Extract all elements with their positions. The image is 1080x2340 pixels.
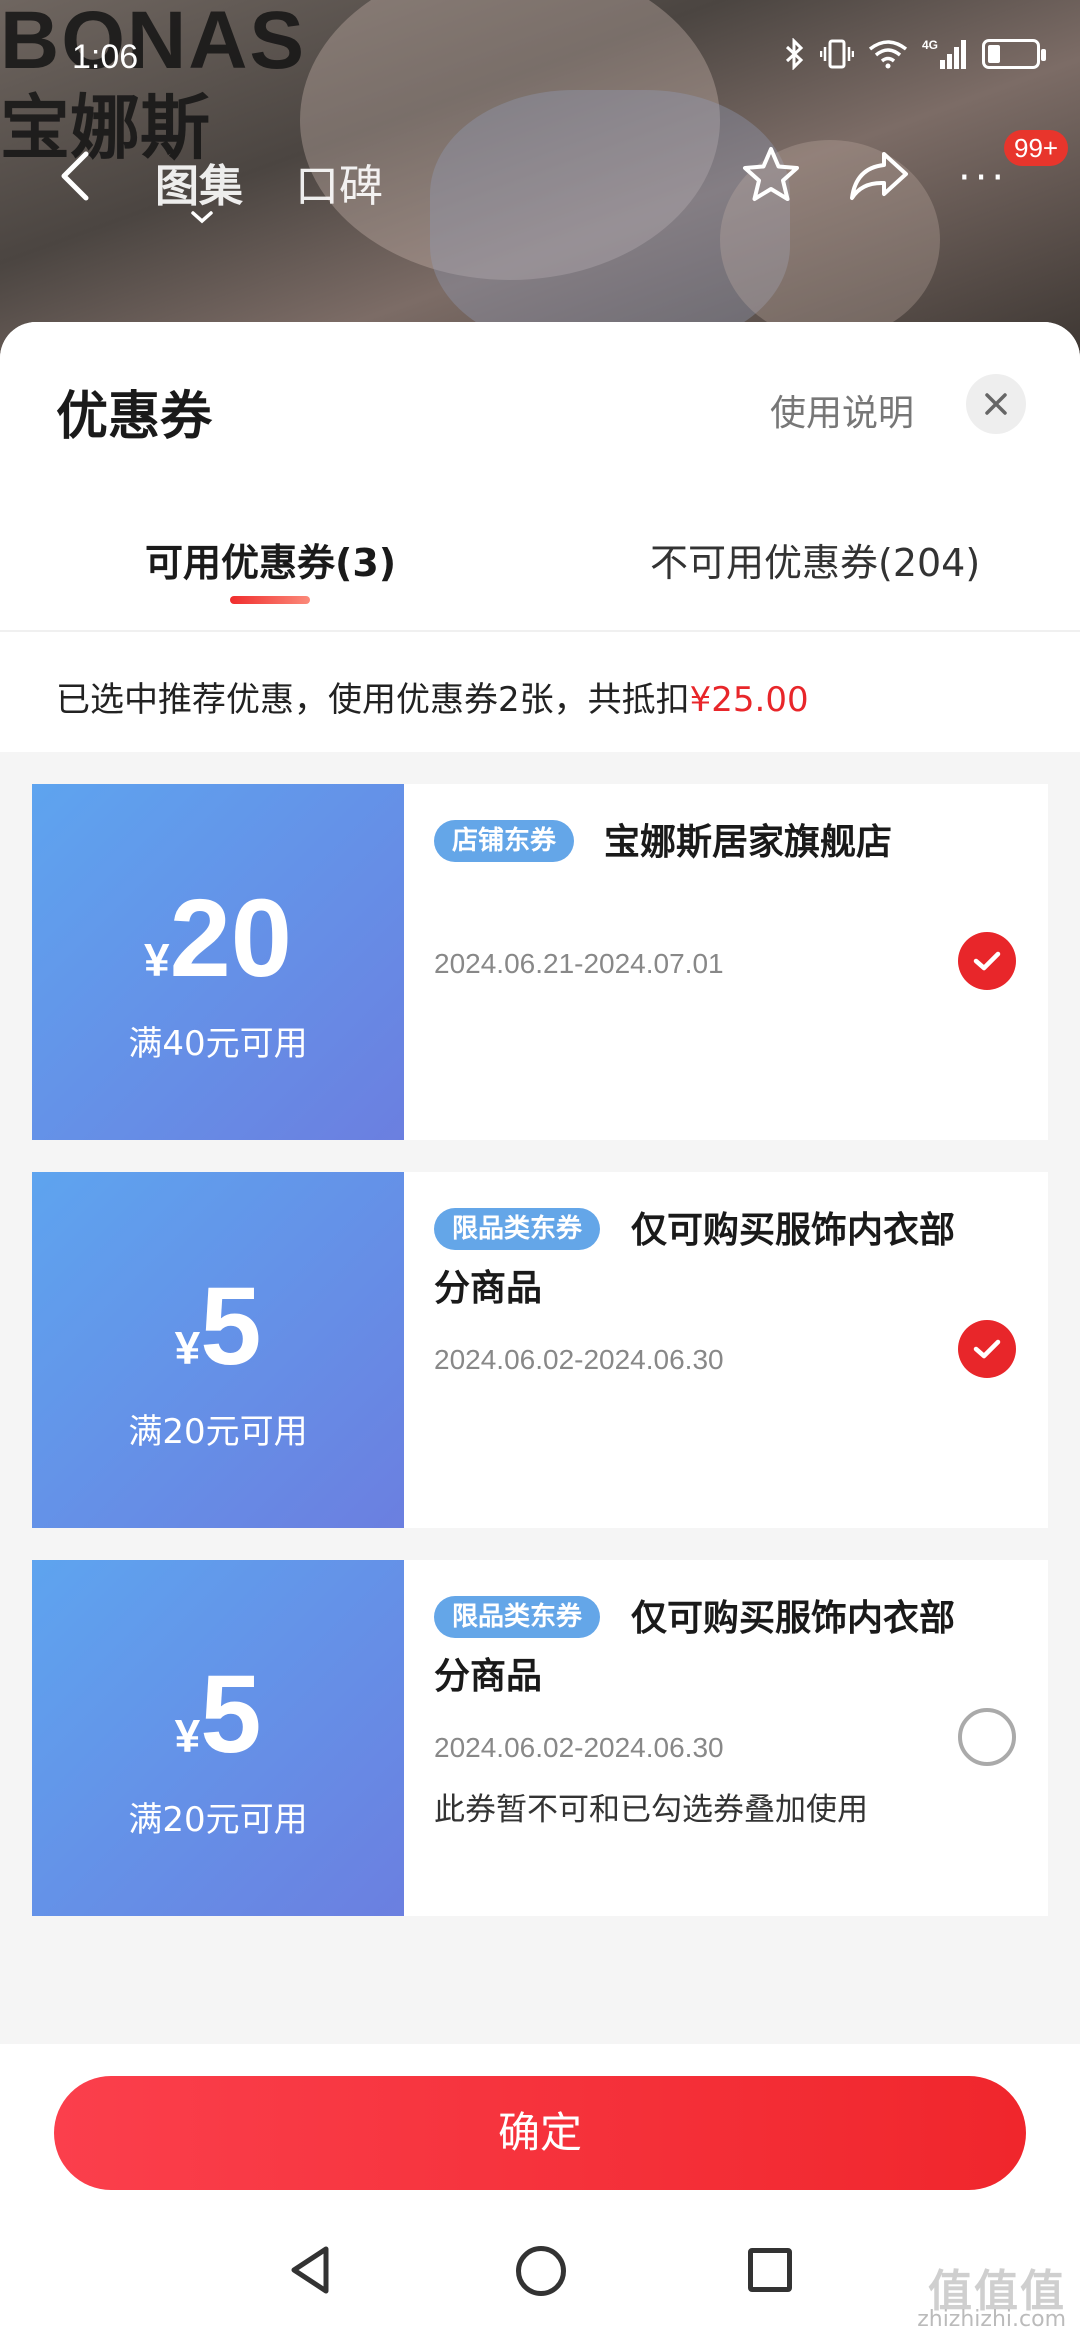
back-arrow-icon[interactable] (52, 148, 102, 204)
close-button[interactable] (966, 374, 1026, 434)
divider (0, 630, 1080, 632)
coupon-condition: 满20元可用 (128, 1412, 308, 1452)
tab-available-coupons[interactable]: 可用优惠券(3) (145, 532, 396, 587)
selection-summary: 已选中推荐优惠，使用优惠券2张，共抵扣¥25.00 (56, 672, 809, 721)
usage-instructions-link[interactable]: 使用说明 (770, 384, 914, 436)
wifi-icon (868, 39, 908, 69)
recents-square-icon[interactable] (748, 2248, 792, 2292)
coupon-card[interactable]: ¥5 满20元可用 限品类东券 仅可购买服饰内衣部分商品 2024.06.02-… (26, 1172, 1048, 1528)
coupon-value: 5 (200, 1653, 262, 1776)
coupon-amount: ¥20 (32, 884, 404, 994)
coupon-details: 限品类东券 仅可购买服饰内衣部分商品 2024.06.02-2024.06.30 (404, 1172, 1048, 1528)
network-label: 4G (922, 38, 938, 52)
coupon-title: 仅可购买服饰内衣部分商品 (434, 1598, 956, 1697)
coupon-validity-date: 2024.06.02-2024.06.30 (434, 1732, 724, 1763)
coupon-value-panel: ¥20 满40元可用 (26, 784, 404, 1140)
watermark-logo: 值值值 (928, 2266, 1066, 2317)
coupon-type-badge: 店铺东券 (434, 820, 575, 862)
coupon-checkbox[interactable] (958, 1708, 1016, 1766)
product-top-nav: 图集 口碑 ··· 99+ (0, 130, 1080, 224)
product-page-background: BONAS 宝娜斯 1:06 4G 图集 口碑 ··· 99+ (0, 0, 1080, 360)
coupon-card[interactable]: ¥20 满40元可用 店铺东券 宝娜斯居家旗舰店 2024.06.21-2024… (26, 784, 1048, 1140)
watermark-url: zhizhizhi.com (917, 2307, 1066, 2332)
vibrate-icon (820, 38, 854, 70)
coupon-amount: ¥5 (32, 1660, 404, 1770)
share-icon[interactable] (848, 148, 910, 204)
status-time: 1:06 (72, 38, 139, 76)
sheet-header: 优惠券 使用说明 可用优惠券(3) 不可用优惠券(204) 已选中推荐优惠，使用… (0, 322, 1080, 752)
battery-icon (982, 39, 1046, 69)
check-icon (973, 951, 1001, 971)
coupon-checkbox[interactable] (958, 1320, 1016, 1378)
coupon-title: 宝娜斯居家旗舰店 (604, 822, 893, 863)
coupon-value-panel: ¥5 满20元可用 (26, 1560, 404, 1916)
coupon-details: 店铺东券 宝娜斯居家旗舰店 2024.06.21-2024.07.01 (404, 784, 1048, 1140)
message-count-badge: 99+ (1004, 130, 1069, 166)
coupon-validity-date: 2024.06.21-2024.07.01 (434, 948, 724, 979)
currency-symbol: ¥ (174, 1710, 201, 1762)
chevron-down-icon (191, 211, 213, 224)
status-icons: 4G (784, 38, 1046, 70)
coupon-checkbox[interactable] (958, 932, 1016, 990)
sheet-footer: 确定 值值值 zhizhizhi.com (0, 2044, 1080, 2340)
status-bar: 1:06 4G (0, 0, 1080, 120)
tab-reviews[interactable]: 口碑 (295, 150, 383, 214)
tab-unavailable-coupons[interactable]: 不可用优惠券(204) (650, 532, 980, 587)
tab-gallery[interactable]: 图集 (155, 150, 243, 214)
coupon-title: 仅可购买服饰内衣部分商品 (434, 1210, 956, 1309)
sheet-title: 优惠券 (56, 387, 213, 447)
bluetooth-icon (784, 38, 806, 70)
coupon-value-panel: ¥5 满20元可用 (26, 1172, 404, 1528)
coupon-condition: 满20元可用 (128, 1800, 308, 1840)
confirm-button[interactable]: 确定 (54, 2076, 1026, 2190)
close-icon (985, 393, 1007, 415)
watermark: 值值值 zhizhizhi.com (917, 2266, 1066, 2334)
summary-amount: ¥25.00 (689, 680, 809, 720)
coupon-stacking-note: 此券暂不可和已勾选券叠加使用 (434, 1792, 868, 1828)
coupon-condition: 满40元可用 (128, 1024, 308, 1064)
coupon-details: 限品类东券 仅可购买服饰内衣部分商品 2024.06.02-2024.06.30… (404, 1560, 1048, 1916)
currency-symbol: ¥ (144, 934, 170, 986)
coupon-value: 20 (169, 877, 292, 1000)
coupon-value: 5 (200, 1265, 262, 1388)
currency-symbol: ¥ (174, 1322, 201, 1374)
summary-text: 已选中推荐优惠，使用优惠券2张，共抵扣 (56, 680, 690, 720)
check-icon (973, 1339, 1001, 1359)
active-tab-indicator (230, 596, 310, 604)
signal-icon: 4G (922, 38, 968, 70)
back-triangle-icon[interactable] (288, 2244, 332, 2296)
more-icon[interactable]: ··· (958, 158, 1008, 198)
coupon-sheet: 优惠券 使用说明 可用优惠券(3) 不可用优惠券(204) 已选中推荐优惠，使用… (0, 322, 1080, 2240)
coupon-amount: ¥5 (32, 1272, 404, 1382)
coupon-validity-date: 2024.06.02-2024.06.30 (434, 1344, 724, 1375)
coupon-card[interactable]: ¥5 满20元可用 限品类东券 仅可购买服饰内衣部分商品 2024.06.02-… (26, 1560, 1048, 1916)
home-circle-icon[interactable] (516, 2246, 566, 2296)
star-icon[interactable] (740, 144, 802, 206)
